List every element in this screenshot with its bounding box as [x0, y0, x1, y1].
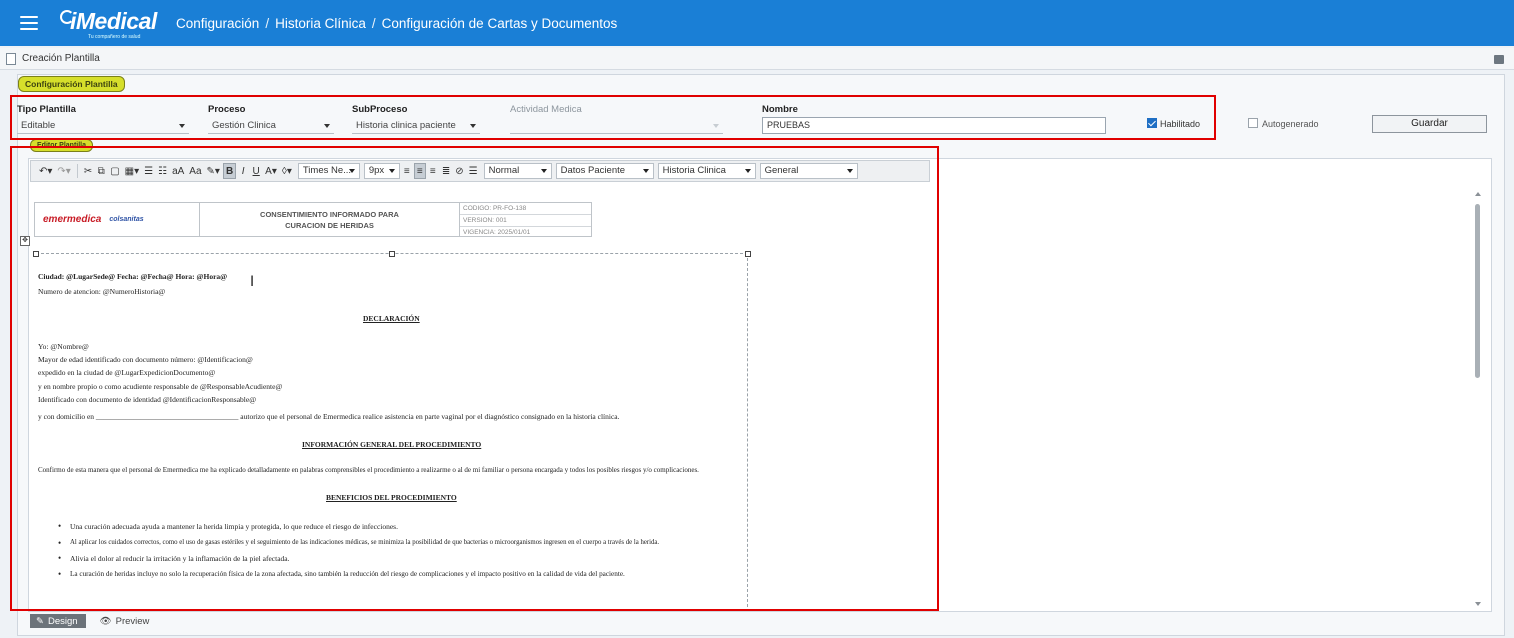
- highlight-box-editor: [10, 146, 939, 611]
- breadcrumb-separator: /: [371, 15, 376, 31]
- eye-icon: 👁: [99, 615, 112, 627]
- app-logo[interactable]: iMedical Tu compañero de salud: [60, 4, 157, 42]
- breadcrumb-item[interactable]: Configuración de Cartas y Documentos: [382, 16, 618, 31]
- app-tagline: Tu compañero de salud: [88, 34, 141, 40]
- scroll-down-icon[interactable]: [1475, 602, 1481, 606]
- highlight-box-config: [10, 95, 1216, 140]
- breadcrumb: Configuración / Historia Clínica / Confi…: [176, 16, 617, 31]
- window-header: Creación Plantilla: [0, 48, 1514, 70]
- editor-mode-tabs: ✎ Design 👁 Preview: [30, 614, 157, 630]
- scroll-thumb[interactable]: [1475, 204, 1480, 378]
- breadcrumb-item[interactable]: Historia Clínica: [275, 16, 366, 31]
- pencil-icon: ✎: [36, 615, 44, 627]
- window-title: Creación Plantilla: [22, 53, 100, 64]
- config-section-tag: Configuración Plantilla: [18, 76, 125, 92]
- top-bar: iMedical Tu compañero de salud Configura…: [0, 0, 1514, 46]
- tab-design[interactable]: ✎ Design: [30, 614, 86, 628]
- doc-icon: [6, 52, 16, 65]
- autogenerado-label: Autogenerado: [1262, 119, 1319, 129]
- tab-design-label: Design: [47, 615, 78, 627]
- breadcrumb-separator: /: [265, 15, 270, 31]
- tab-preview-label: Preview: [115, 615, 150, 627]
- scroll-up-icon[interactable]: [1475, 192, 1481, 196]
- menu-icon[interactable]: [20, 16, 38, 30]
- window-maximize-button[interactable]: [1494, 55, 1504, 64]
- app-name: iMedical: [70, 8, 157, 34]
- tab-preview[interactable]: 👁 Preview: [94, 614, 158, 628]
- editor-scrollbar[interactable]: [1474, 192, 1482, 606]
- save-button[interactable]: Guardar: [1372, 115, 1487, 133]
- autogenerado-checkbox[interactable]: [1248, 118, 1258, 128]
- breadcrumb-item[interactable]: Configuración: [176, 16, 259, 31]
